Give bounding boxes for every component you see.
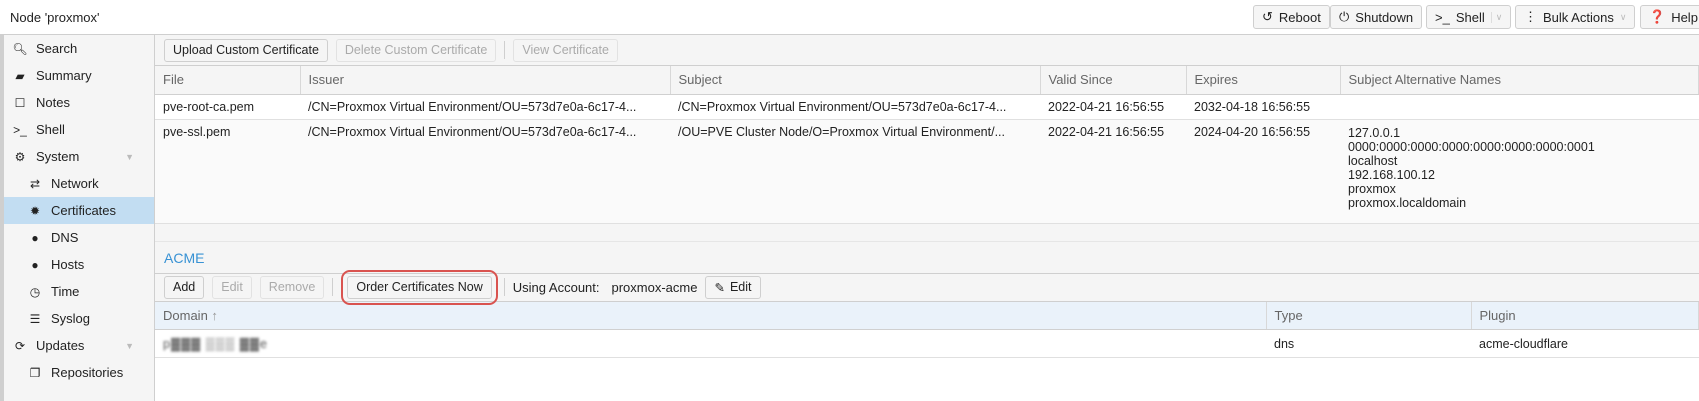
sidebar-item-search[interactable]: 🔍︎ Search [4, 35, 154, 62]
sidebar-item-summary[interactable]: ▰ Summary [4, 62, 154, 89]
sidebar-item-system[interactable]: ⚙ System ▼ [4, 143, 154, 170]
column-header-issuer[interactable]: Issuer [300, 66, 671, 95]
column-header-san[interactable]: Subject Alternative Names [1340, 66, 1699, 95]
san-entry: localhost [1348, 153, 1398, 168]
sidebar-item-shell[interactable]: >_ Shell [4, 116, 154, 143]
cell-plugin: acme-cloudflare [1471, 329, 1699, 358]
delete-custom-certificate-button[interactable]: Delete Custom Certificate [335, 38, 497, 62]
question-circle-icon: ❓ [1649, 9, 1666, 24]
toolbar-separator [503, 278, 505, 296]
san-entry: proxmox [1348, 181, 1396, 196]
globe-icon: ● [31, 257, 39, 272]
sort-ascending-icon: ↑ [211, 307, 218, 323]
column-header-valid-since[interactable]: Valid Since [1040, 66, 1187, 95]
san-entry: 192.168.100.12 [1348, 167, 1435, 182]
sticky-note-icon: ☐ [14, 95, 26, 110]
sidebar-item-notes[interactable]: ☐ Notes [4, 89, 154, 116]
sidebar-item-network[interactable]: ⇄ Network [4, 170, 154, 197]
cell-type: dns [1266, 329, 1471, 358]
add-domain-button[interactable]: Add [164, 275, 205, 299]
top-bar: Node 'proxmox' ↺ Reboot ⏻ Shutdown >_ Shell… [0, 0, 1699, 35]
cell-file: pve-root-ca.pem [155, 94, 300, 120]
sidebar-item-repositories[interactable]: ❐ Repositories [4, 359, 154, 386]
shell-button[interactable]: >_ Shell ∨ [1426, 5, 1512, 29]
chevron-down-icon: ∨ [1619, 11, 1627, 22]
main-panel: Upload Custom Certificate Delete Custom … [155, 35, 1699, 401]
certificates-table: File Issuer Subject Valid Since Expires … [155, 66, 1699, 224]
order-certificates-now-button[interactable]: Order Certificates Now [341, 269, 498, 305]
book-icon: ▰ [15, 68, 25, 83]
using-account-label: Using Account: [512, 279, 600, 295]
search-icon: 🔍︎ [12, 41, 28, 56]
ellipsis-vertical-icon: ⋮ [1524, 9, 1537, 24]
edit-domain-button[interactable]: Edit [212, 275, 252, 299]
files-icon: ❐ [29, 365, 41, 380]
bulk-actions-button[interactable]: ⋮ Bulk Actions ∨ [1515, 5, 1636, 29]
cell-issuer: /CN=Proxmox Virtual Environment/OU=573d7… [300, 119, 670, 224]
cell-issuer: /CN=Proxmox Virtual Environment/OU=573d7… [300, 94, 670, 120]
cell-expires: 2024-04-20 16:56:55 [1186, 119, 1340, 224]
column-header-plugin[interactable]: Plugin [1471, 301, 1699, 330]
reboot-button[interactable]: ↺ Reboot [1253, 5, 1330, 29]
globe-icon: ● [31, 230, 39, 245]
terminal-icon: >_ [1435, 9, 1450, 25]
column-header-domain[interactable]: Domain ↑ [155, 301, 1267, 330]
cell-valid-since: 2022-04-21 16:56:55 [1040, 94, 1186, 120]
table-row[interactable]: pve-ssl.pem /CN=Proxmox Virtual Environm… [155, 119, 1699, 224]
help-button[interactable]: ❓ Help [1640, 5, 1699, 29]
column-header-type[interactable]: Type [1266, 301, 1472, 330]
san-entry: 127.0.0.1 [1348, 125, 1401, 140]
table-row[interactable]: p▓▓▓ ▒▒▒ ▓▓e dns acme-cloudflare [155, 329, 1699, 358]
cogs-icon: ⚙ [14, 149, 26, 164]
chevron-down-icon[interactable]: ▼ [125, 152, 134, 162]
list-icon: ☰ [29, 311, 41, 326]
sidebar: 🔍︎ Search ▰ Summary ☐ Notes >_ Shell ⚙ System… [0, 35, 155, 401]
chevron-down-icon[interactable]: ∨ [1490, 11, 1502, 23]
cell-subject: /CN=Proxmox Virtual Environment/OU=573d7… [670, 94, 1040, 120]
column-header-expires[interactable]: Expires [1186, 66, 1341, 95]
san-entry: proxmox.localdomain [1348, 195, 1467, 210]
sidebar-item-syslog[interactable]: ☰ Syslog [4, 305, 154, 332]
chevron-down-icon[interactable]: ▼ [125, 341, 134, 351]
sidebar-item-certificates[interactable]: ✹ Certificates [4, 197, 154, 224]
refresh-icon: ⟳ [14, 338, 26, 353]
clock-icon: ◷ [29, 284, 41, 299]
cell-valid-since: 2022-04-21 16:56:55 [1040, 119, 1186, 224]
upload-custom-certificate-button[interactable]: Upload Custom Certificate [164, 38, 328, 62]
column-header-file[interactable]: File [155, 66, 301, 95]
remove-domain-button[interactable]: Remove [259, 275, 325, 299]
undo-icon: ↺ [1262, 9, 1273, 24]
account-name: proxmox-acme [611, 279, 698, 295]
sidebar-item-time[interactable]: ◷ Time [4, 278, 154, 305]
view-certificate-button[interactable]: View Certificate [513, 38, 618, 62]
power-icon: ⏻ [1339, 9, 1350, 24]
cell-san: 127.0.0.1 0000:0000:0000:0000:0000:0000:… [1340, 119, 1699, 224]
sidebar-item-updates[interactable]: ⟳ Updates ▼ [4, 332, 154, 359]
cell-san [1340, 94, 1699, 120]
shutdown-button[interactable]: ⏻ Shutdown [1330, 5, 1423, 29]
sidebar-item-hosts[interactable]: ● Hosts [4, 251, 154, 278]
certificate-icon: ✹ [29, 203, 41, 218]
cell-domain: p▓▓▓ ▒▒▒ ▓▓e [155, 329, 1266, 358]
exchange-icon: ⇄ [29, 176, 41, 191]
panel-gap [155, 223, 1699, 242]
cell-expires: 2032-04-18 16:56:55 [1186, 94, 1340, 120]
table-row[interactable]: pve-root-ca.pem /CN=Proxmox Virtual Envi… [155, 94, 1699, 120]
cell-file: pve-ssl.pem [155, 119, 300, 224]
terminal-icon: >_ [13, 122, 27, 137]
acme-panel-title: ACME [155, 241, 1699, 274]
pencil-icon: ✎ [714, 280, 725, 295]
toolbar-separator [332, 278, 334, 296]
redacted-domain: p▓▓▓ ▒▒▒ ▓▓e [163, 337, 268, 351]
acme-domains-table: Domain ↑ Type Plugin p▓▓▓ ▒▒▒ ▓▓e dns ac… [155, 301, 1699, 358]
acme-toolbar: Add Edit Remove Order Certificates Now U… [155, 269, 1699, 305]
san-entry: 0000:0000:0000:0000:0000:0000:0000:0001 [1348, 139, 1595, 154]
cell-subject: /OU=PVE Cluster Node/O=Proxmox Virtual E… [670, 119, 1040, 224]
column-header-subject[interactable]: Subject [670, 66, 1041, 95]
sidebar-item-dns[interactable]: ● DNS [4, 224, 154, 251]
toolbar-separator [504, 41, 506, 59]
edit-account-button[interactable]: ✎ Edit [705, 275, 761, 299]
page-title: Node 'proxmox' [10, 10, 100, 25]
certificates-toolbar: Upload Custom Certificate Delete Custom … [155, 35, 1699, 66]
